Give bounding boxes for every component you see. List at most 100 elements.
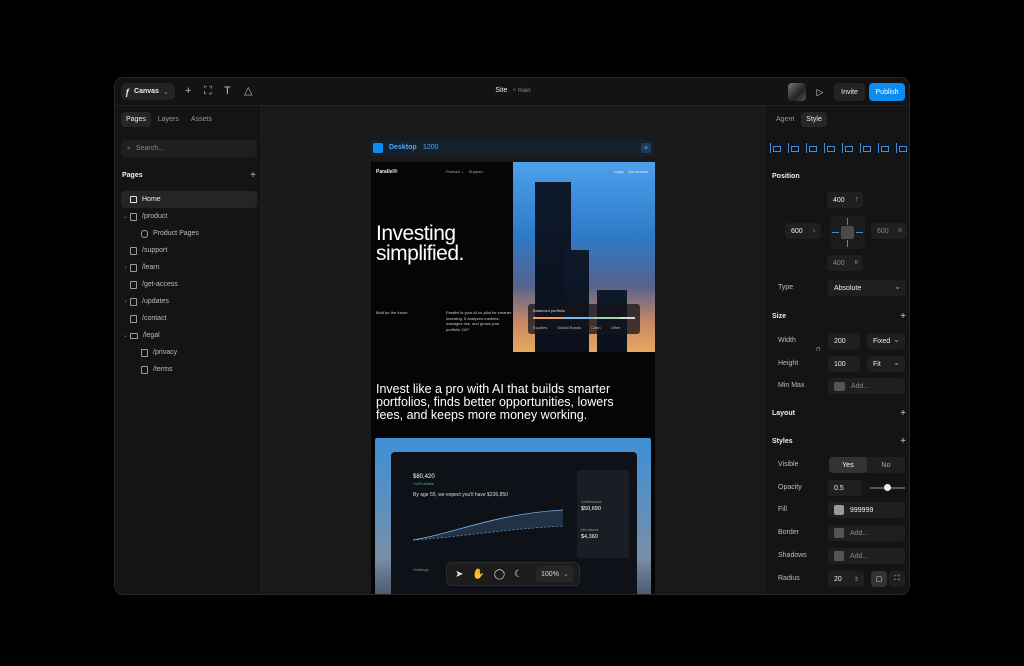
site-preview-frame[interactable]: Parallel® Product ⌄ Support Login Get ac… xyxy=(371,162,655,594)
border-field[interactable]: Add... xyxy=(828,525,905,541)
portfolio-card: Balanced portfolio Equities Global Bonds… xyxy=(528,304,640,334)
add-breakpoint-plus-icon[interactable]: + xyxy=(641,143,651,153)
sidebar-item-terms[interactable]: /terms xyxy=(121,361,257,378)
field-placeholder: Add... xyxy=(850,529,869,537)
dash-gain: +12% all time xyxy=(413,482,435,486)
projection-graph xyxy=(413,509,563,541)
align-right-icon[interactable] xyxy=(806,143,817,153)
return-value: $4,360 xyxy=(581,534,598,540)
visible-no-option[interactable]: No xyxy=(867,457,905,473)
constraint-top[interactable] xyxy=(847,218,848,225)
position-type-select[interactable]: Absolute xyxy=(828,280,906,296)
field-value: 400 xyxy=(833,259,845,267)
align-left-icon[interactable] xyxy=(770,143,781,153)
top-toolbar: ƒ Canvas ⌄ + ⛶ T △ Site ⑂ main ▷ Invite … xyxy=(115,78,909,106)
sidebar-item-privacy[interactable]: /privacy xyxy=(121,344,257,361)
align-top-icon[interactable] xyxy=(824,143,835,153)
sidebar-item-support[interactable]: /support xyxy=(121,242,257,259)
styles-heading-label: Styles xyxy=(772,438,793,445)
page-label: /updates xyxy=(142,298,169,305)
stepper-icon[interactable]: ⇕ xyxy=(854,576,859,583)
moon-icon[interactable]: ☾ xyxy=(514,569,523,580)
sidebar-item-contact[interactable]: /contact xyxy=(121,310,257,327)
constraint-bottom[interactable] xyxy=(847,240,848,247)
position-left-field[interactable]: 600 L xyxy=(785,223,821,239)
lock-aspect-icon[interactable]: ⊓ xyxy=(816,346,821,353)
frame-width: 1200 xyxy=(423,144,439,151)
database-icon xyxy=(141,229,148,238)
radius-individual-icon[interactable]: ⛶ xyxy=(889,571,905,587)
width-mode-select[interactable]: Fixed xyxy=(867,333,905,349)
tab-pages[interactable]: Pages xyxy=(121,112,151,127)
distribute-h-icon[interactable] xyxy=(878,143,889,153)
distribute-v-icon[interactable] xyxy=(896,143,907,153)
radius-label: Radius xyxy=(778,575,800,582)
radius-field[interactable]: 20 ⇕ xyxy=(828,571,864,587)
field-value: 600 xyxy=(877,227,889,235)
layout-plus-icon[interactable]: + xyxy=(900,408,906,419)
chevron-right-icon[interactable]: › xyxy=(121,265,130,271)
invite-button[interactable]: Invite xyxy=(834,83,865,101)
opacity-slider[interactable] xyxy=(870,484,905,491)
hero-title-line: simplified. xyxy=(376,242,464,265)
position-top-field[interactable]: 400 T xyxy=(827,192,863,208)
sidebar-item-home[interactable]: Home xyxy=(121,191,257,208)
field-value: 20 xyxy=(834,575,842,583)
position-right-field[interactable]: 600 R xyxy=(871,223,907,239)
preview-play-icon[interactable]: ▷ xyxy=(811,83,829,101)
tab-agent[interactable]: Agent xyxy=(771,112,799,127)
align-bottom-icon[interactable] xyxy=(860,143,871,153)
chevron-down-icon: ⌄ xyxy=(562,571,569,578)
shadows-field[interactable]: Add... xyxy=(828,548,905,564)
constraint-widget[interactable] xyxy=(830,216,865,249)
tab-assets[interactable]: Assets xyxy=(186,112,217,127)
sidebar-item-get-access[interactable]: /get-access xyxy=(121,276,257,293)
sidebar-item-product-pages[interactable]: Product Pages xyxy=(121,225,257,242)
sidebar-item-updates[interactable]: › /updates xyxy=(121,293,257,310)
size-plus-icon[interactable]: + xyxy=(900,311,906,322)
constraint-right[interactable] xyxy=(856,232,863,233)
align-center-h-icon[interactable] xyxy=(788,143,799,153)
branch-badge[interactable]: ⑂ main xyxy=(512,88,530,94)
position-bottom-field[interactable]: 400 B xyxy=(827,255,863,271)
zoom-select[interactable]: 100% ⌄ xyxy=(536,566,574,582)
width-field[interactable]: 200 xyxy=(828,333,860,349)
search-input[interactable]: ⌕ Search... xyxy=(121,140,257,157)
tab-style[interactable]: Style xyxy=(801,112,827,127)
sidebar-item-product[interactable]: ⌄ /product xyxy=(121,208,257,225)
height-field[interactable]: 100 xyxy=(828,356,860,372)
tab-layers[interactable]: Layers xyxy=(153,112,184,127)
radius-uniform-icon[interactable]: ▢ xyxy=(871,571,887,587)
minmax-field[interactable]: Add... xyxy=(828,378,905,394)
align-center-v-icon[interactable] xyxy=(842,143,853,153)
visible-toggle[interactable]: Yes No xyxy=(829,457,905,473)
dash-balance: $80,420 xyxy=(413,474,435,480)
styles-plus-icon[interactable]: + xyxy=(900,436,906,447)
chevron-down-icon[interactable]: ⌄ xyxy=(121,332,130,339)
sidebar-item-legal[interactable]: ⌄ /legal xyxy=(121,327,257,344)
opacity-field[interactable]: 0.5 xyxy=(828,480,862,496)
avatar[interactable] xyxy=(788,83,806,101)
chevron-right-icon[interactable]: › xyxy=(121,299,130,305)
field-placeholder: Add... xyxy=(851,382,870,390)
dash-side-card: Contributions $50,690 Net returns $4,360 xyxy=(577,470,629,558)
search-icon: ⌕ xyxy=(127,144,131,152)
cursor-icon[interactable]: ➤ xyxy=(455,569,463,580)
height-mode-select[interactable]: Fit xyxy=(867,356,905,372)
comment-icon[interactable]: ◯ xyxy=(494,569,505,580)
canvas-area[interactable]: Desktop 1200 + Parallel® Product ⌄ Suppo… xyxy=(262,106,764,594)
slider-knob[interactable] xyxy=(884,484,891,491)
constraint-left[interactable] xyxy=(832,232,839,233)
chevron-down-icon[interactable]: ⌄ xyxy=(121,213,130,220)
sidebar-item-learn[interactable]: › /learn xyxy=(121,259,257,276)
fill-swatch[interactable] xyxy=(834,505,844,515)
fill-field[interactable]: 999999 xyxy=(828,502,905,518)
frame-header[interactable]: Desktop 1200 + xyxy=(370,140,654,156)
hand-icon[interactable]: ✋ xyxy=(472,569,484,580)
alignment-toolbar xyxy=(770,143,907,153)
app-window: ƒ Canvas ⌄ + ⛶ T △ Site ⑂ main ▷ Invite … xyxy=(114,77,910,595)
add-page-plus-icon[interactable]: + xyxy=(250,170,256,181)
site-title: Site xyxy=(495,87,508,94)
publish-button[interactable]: Publish xyxy=(869,83,905,101)
visible-yes-option[interactable]: Yes xyxy=(829,457,867,473)
